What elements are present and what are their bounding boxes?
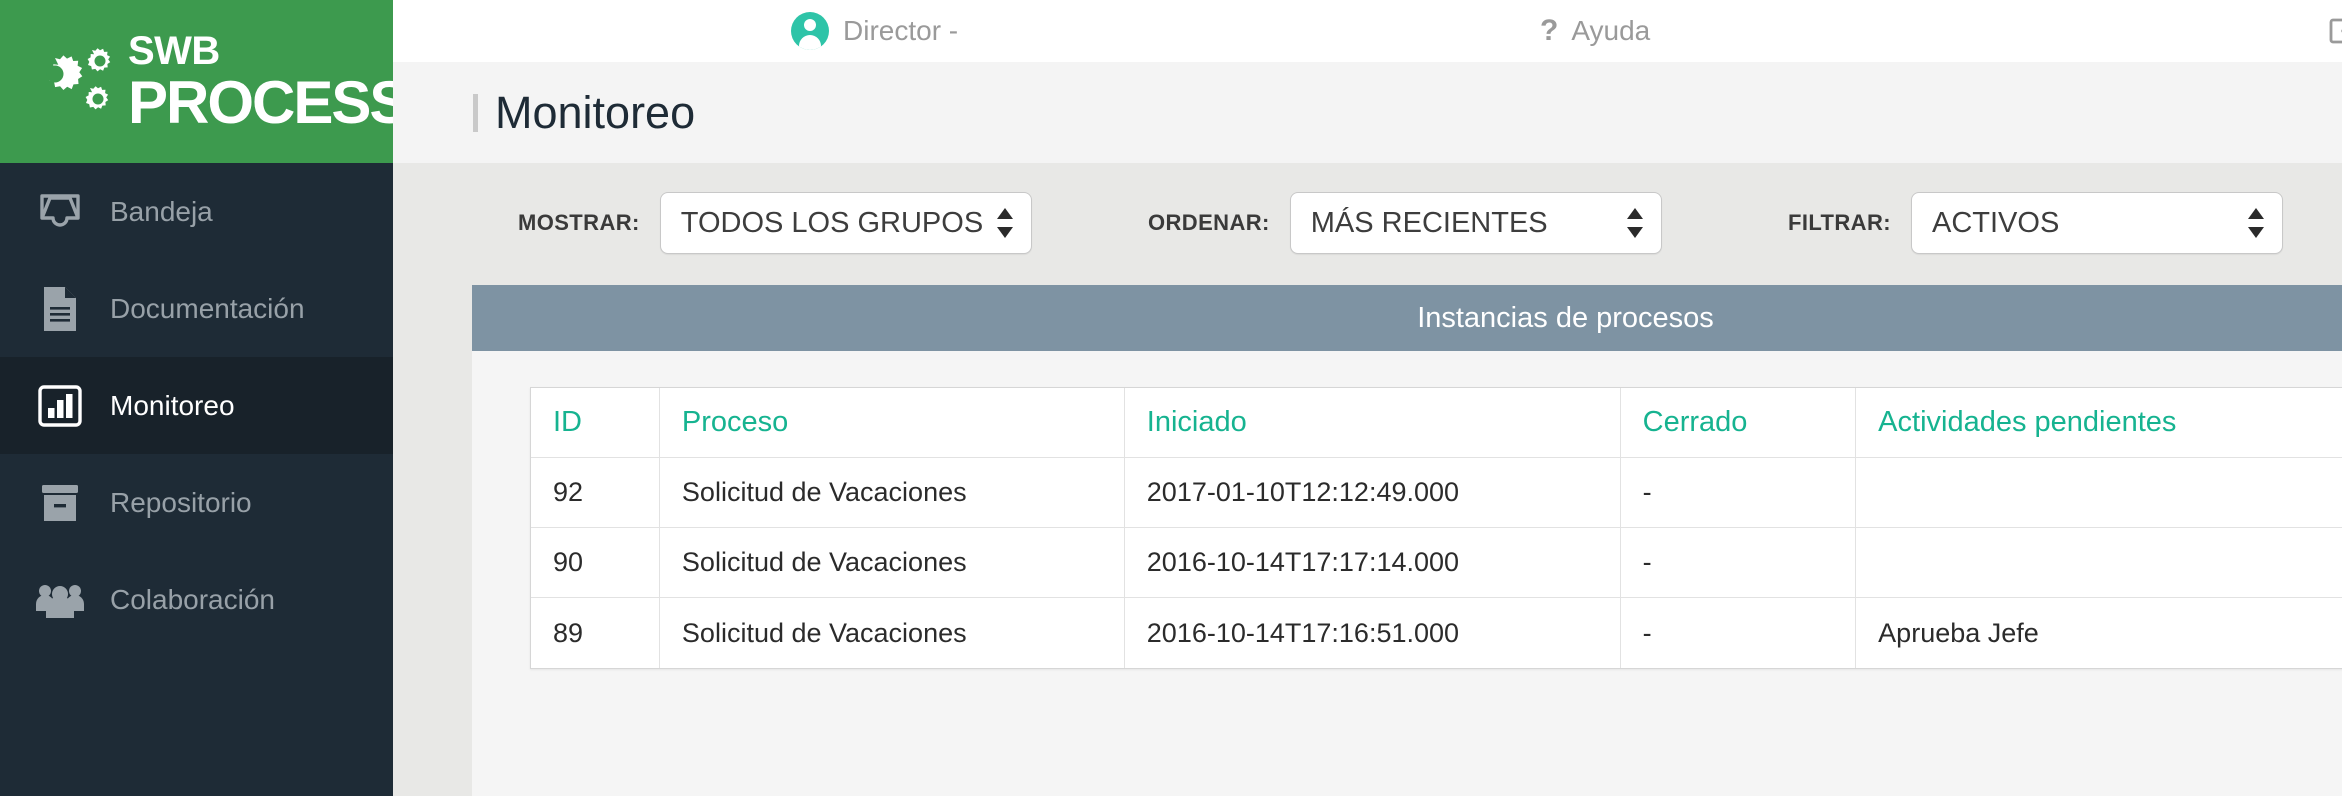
sidebar-item-label: Repositorio (110, 486, 252, 518)
inbox-icon (32, 189, 88, 235)
column-header-proceso[interactable]: Proceso (659, 388, 1125, 458)
sidebar-nav: Bandeja Documentación Monitoreo Reposito… (0, 163, 393, 648)
page-title-band: Monitoreo (393, 62, 2342, 163)
mostrar-select-value: TODOS LOS GRUPOS (680, 206, 984, 239)
user-avatar-icon (791, 12, 829, 50)
brand-logo[interactable]: SWB PROCESS® (0, 0, 420, 163)
filtrar-select[interactable]: ACTIVOS (1910, 192, 2283, 254)
ordenar-select[interactable]: MÁS RECIENTES (1289, 192, 1662, 254)
bar-chart-icon (32, 383, 88, 429)
table-header-row: ID Proceso Iniciado Cerrado Actividades … (531, 388, 2342, 458)
instances-panel: Instancias de procesos ID Proceso Inicia… (472, 285, 2342, 796)
archive-box-icon (32, 480, 88, 526)
app-window: SWB PROCESS® Bandeja (0, 0, 2342, 796)
panel-body: ID Proceso Iniciado Cerrado Actividades … (472, 351, 2342, 669)
brand-name-top: SWB (128, 28, 220, 73)
cell-iniciado: 2017-01-10T12:12:49.000 (1124, 458, 1621, 528)
column-header-cerrado[interactable]: Cerrado (1620, 388, 1857, 458)
stepper-arrows-icon[interactable] (2247, 208, 2264, 238)
filter-mostrar-label: MOSTRAR: (518, 210, 640, 235)
cell-proceso: Solicitud de Vacaciones (660, 598, 1125, 668)
sidebar-item-label: Bandeja (110, 195, 213, 227)
sidebar: SWB PROCESS® Bandeja (0, 0, 420, 796)
filter-mostrar: MOSTRAR: TODOS LOS GRUPOS (518, 192, 1032, 254)
column-header-iniciado[interactable]: Iniciado (1124, 388, 1621, 458)
filters-bar: MOSTRAR: TODOS LOS GRUPOS ORDENAR: MÁS R… (393, 163, 2342, 285)
stepper-arrows-icon[interactable] (1626, 208, 1643, 238)
stepper-arrows-icon[interactable] (996, 208, 1013, 238)
filter-filtrar-label: FILTRAR: (1788, 210, 1891, 235)
help-link[interactable]: ? Ayuda (1540, 15, 1650, 47)
document-icon (32, 286, 88, 332)
filter-ordenar-label: ORDENAR: (1148, 210, 1270, 235)
sidebar-item-repositorio[interactable]: Repositorio (0, 454, 393, 551)
instances-table: ID Proceso Iniciado Cerrado Actividades … (530, 387, 2342, 669)
sidebar-item-bandeja[interactable]: Bandeja (0, 163, 393, 260)
table-row[interactable]: 89 Solicitud de Vacaciones 2016-10-14T17… (531, 598, 2342, 668)
ordenar-select-value: MÁS RECIENTES (1310, 206, 1548, 239)
sign-out-icon (2329, 18, 2342, 44)
cell-iniciado: 2016-10-14T17:17:14.000 (1124, 528, 1621, 598)
gears-icon (46, 47, 111, 109)
brand-name-bottom: PROCESS® (128, 72, 420, 133)
cell-iniciado: 2016-10-14T17:16:51.000 (1125, 598, 1621, 668)
sidebar-item-label: Monitoreo (110, 389, 235, 421)
sidebar-item-documentacion[interactable]: Documentación (0, 260, 393, 357)
sidebar-item-monitoreo[interactable]: Monitoreo (0, 357, 393, 454)
table-body: 92 Solicitud de Vacaciones 2017-01-10T12… (531, 458, 2342, 668)
filter-ordenar: ORDENAR: MÁS RECIENTES (1148, 192, 1662, 254)
main-content: MOSTRAR: TODOS LOS GRUPOS ORDENAR: MÁS R… (393, 163, 2342, 796)
panel-header: Instancias de procesos (472, 285, 2342, 351)
table-head: ID Proceso Iniciado Cerrado Actividades … (531, 388, 2342, 458)
column-header-id[interactable]: ID (531, 388, 660, 458)
cell-actividades (1856, 458, 2342, 528)
sidebar-item-colaboracion[interactable]: Colaboración (0, 551, 393, 648)
people-group-icon (32, 577, 88, 623)
cell-cerrado: - (1621, 598, 1857, 668)
topbar: Director - ? Ayuda Cerrar sesión (393, 0, 2342, 62)
table-row[interactable]: 92 Solicitud de Vacaciones 2017-01-10T12… (531, 458, 2342, 528)
user-label: Director - (843, 15, 959, 46)
mostrar-select[interactable]: TODOS LOS GRUPOS (659, 192, 1032, 254)
cell-id: 90 (531, 528, 660, 598)
cell-actividades (1856, 528, 2342, 598)
filter-filtrar: FILTRAR: ACTIVOS (1788, 192, 2283, 254)
filtrar-select-value: ACTIVOS (1931, 206, 2060, 239)
cell-proceso: Solicitud de Vacaciones (659, 528, 1125, 598)
column-header-actividades-pendientes[interactable]: Actividades pendientes (1856, 388, 2342, 458)
cell-cerrado: - (1620, 528, 1857, 598)
logout-link[interactable]: Cerrar sesión (2329, 15, 2342, 47)
cell-proceso: Solicitud de Vacaciones (659, 458, 1125, 528)
sidebar-item-label: Colaboración (110, 583, 275, 615)
sidebar-item-label: Documentación (110, 292, 305, 324)
question-mark-icon: ? (1540, 14, 1559, 47)
cell-id: 89 (531, 598, 660, 668)
cell-cerrado: - (1620, 458, 1857, 528)
table-row[interactable]: 90 Solicitud de Vacaciones 2016-10-14T17… (531, 528, 2342, 598)
help-label: Ayuda (1571, 15, 1651, 46)
cell-id: 92 (531, 458, 660, 528)
user-menu[interactable]: Director - (791, 12, 958, 50)
cell-actividades: Aprueba Jefe (1856, 598, 2342, 668)
page-title: Monitoreo (495, 86, 696, 138)
title-accent-bar (473, 93, 478, 132)
